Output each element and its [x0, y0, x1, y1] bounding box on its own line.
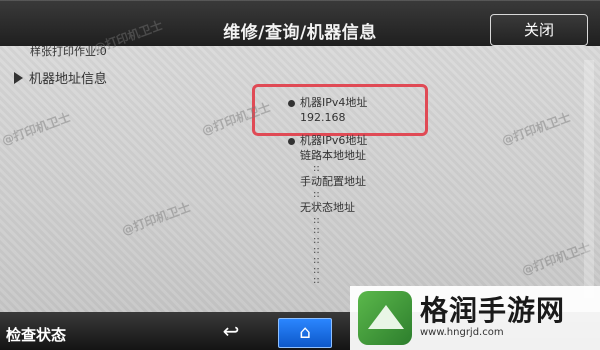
ipv6-item: 机器IPv6地址 链路本地地址 :: 手动配置地址 :: 无状态地址 :: ::… [288, 134, 367, 286]
address-list: 机器IPv4地址 192.168 机器IPv6地址 链路本地地址 :: 手动配置… [288, 96, 367, 286]
link-local-label: 链路本地地址 [300, 149, 366, 162]
ipv4-value: 192.168 [300, 111, 346, 124]
printer-screen: 维修/查询/机器信息 关闭 样张打印作业:0 机器地址信息 机器IPv4地址 1… [0, 0, 600, 350]
close-button[interactable]: 关闭 [490, 14, 588, 46]
stateless-value-2: :: [313, 225, 320, 236]
stateless-value-3: :: [313, 235, 320, 246]
watermark: @打印机卫士 [0, 110, 73, 148]
title-bar: 维修/查询/机器信息 关闭 [0, 0, 600, 46]
triangle-right-icon [14, 71, 23, 84]
brand-logo-icon [358, 291, 412, 345]
brand-text: 格润手游网 www.hngrjd.com [420, 296, 565, 340]
scrollbar[interactable] [584, 60, 594, 298]
stateless-value-4: :: [313, 245, 320, 256]
stateless-value-7: :: [313, 275, 320, 286]
brand-watermark-box: 格润手游网 www.hngrjd.com [350, 286, 600, 350]
back-arrow-icon[interactable]: ↩ [214, 320, 248, 342]
brand-url: www.hngrjd.com [420, 327, 504, 338]
stateless-value-6: :: [313, 265, 320, 276]
watermark: @打印机卫士 [119, 200, 193, 238]
home-icon[interactable]: ⌂ [278, 318, 332, 348]
ipv6-label: 机器IPv6地址 [300, 134, 368, 147]
bullet-icon [288, 100, 295, 107]
check-status-button[interactable]: 检查状态 [6, 324, 66, 345]
link-local-value: :: [313, 163, 320, 174]
manual-config-value: :: [313, 189, 320, 200]
section-label: 机器地址信息 [29, 72, 108, 87]
watermark: @打印机卫士 [499, 110, 573, 148]
bullet-icon [288, 138, 295, 145]
stateless-value-5: :: [313, 255, 320, 266]
machine-address-section[interactable]: 机器地址信息 [14, 68, 107, 87]
ipv4-label: 机器IPv4地址 [300, 96, 368, 109]
manual-config-label: 手动配置地址 [300, 175, 366, 188]
brand-title: 格润手游网 [420, 294, 566, 327]
ipv4-item: 机器IPv4地址 192.168 [288, 96, 367, 126]
stateless-label: 无状态地址 [300, 201, 355, 214]
stateless-value-1: :: [313, 215, 320, 226]
watermark: @打印机卫士 [519, 240, 593, 278]
